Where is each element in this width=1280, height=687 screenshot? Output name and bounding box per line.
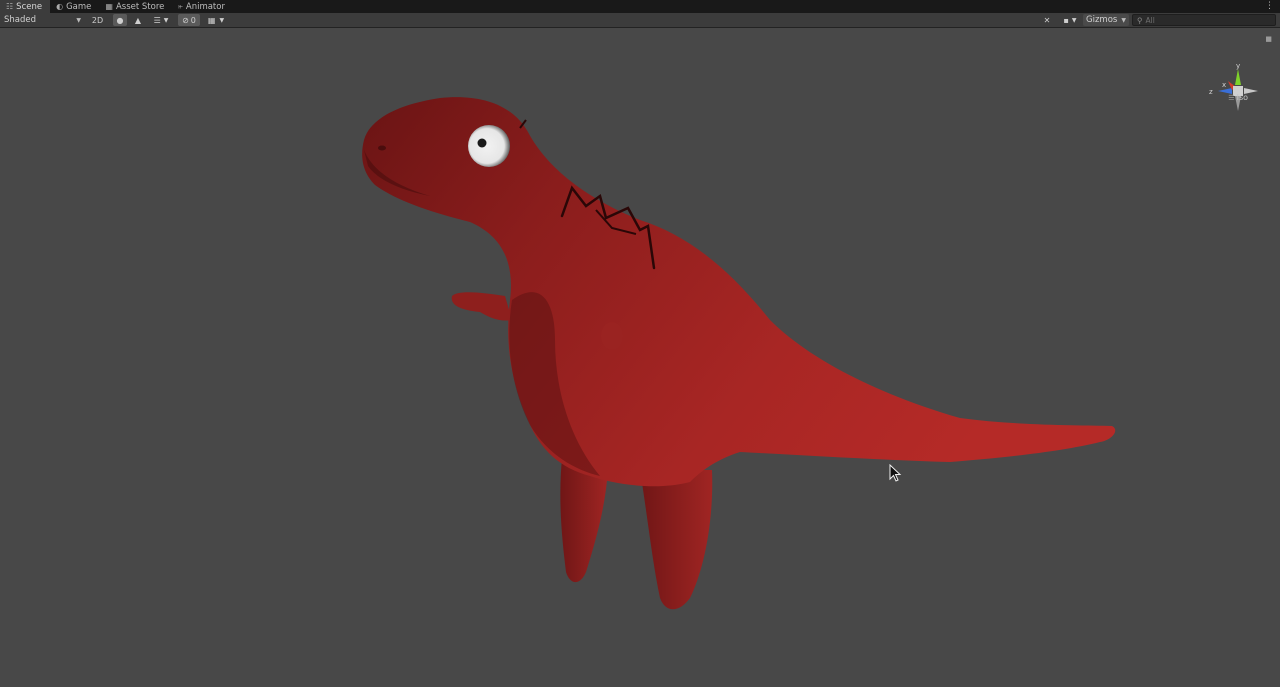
mouse-cursor-icon: [889, 464, 902, 482]
projection-label: Iso: [1236, 93, 1248, 102]
gizmo-z-label: z: [1209, 88, 1213, 96]
dinosaur-model[interactable]: [0, 0, 1280, 687]
gizmo-x-label: x: [1222, 81, 1226, 89]
lock-icon[interactable]: ■: [1265, 35, 1272, 43]
gizmo-y-label: y: [1236, 63, 1240, 70]
scene-viewport[interactable]: y x z ■ ☰ Iso: [0, 29, 1280, 687]
orientation-gizmo[interactable]: y x z: [1208, 63, 1268, 119]
projection-toggle[interactable]: ☰ Iso: [1228, 93, 1248, 102]
hamburger-icon: ☰: [1228, 93, 1235, 102]
